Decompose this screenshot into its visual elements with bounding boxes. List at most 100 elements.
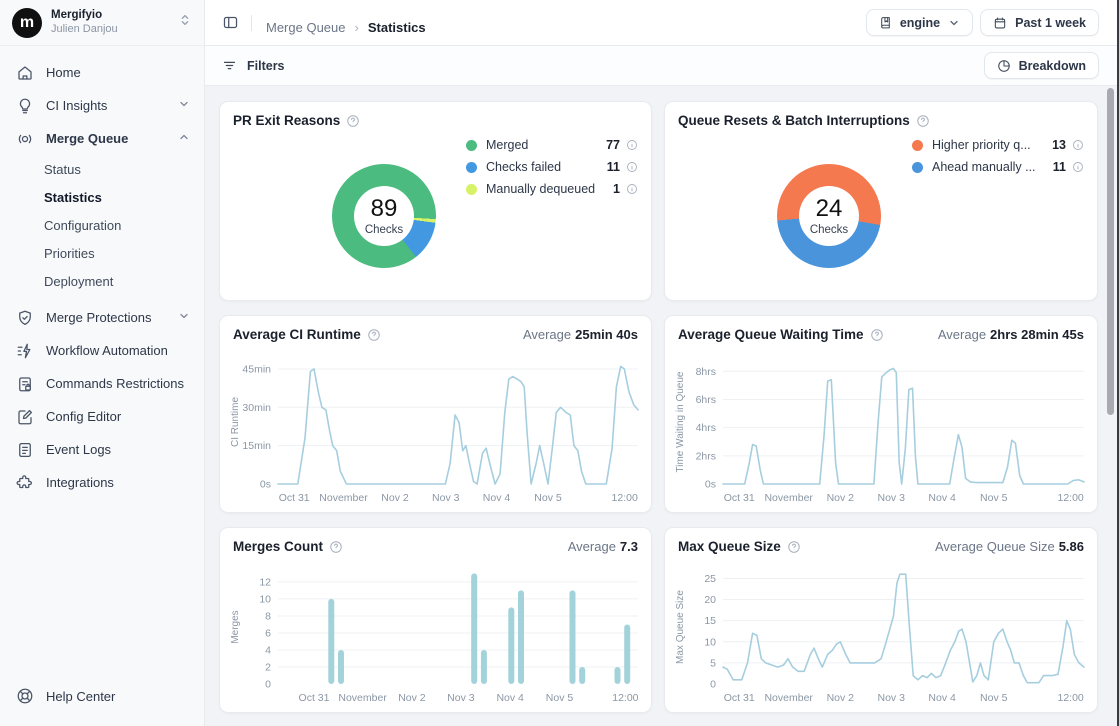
- sidebar-item-workflow-automation[interactable]: Workflow Automation: [0, 334, 204, 367]
- breadcrumb-statistics: Statistics: [368, 20, 426, 35]
- sidebar: m Mergifyio Julien Danjou Home CI Insigh…: [0, 0, 205, 726]
- card-max-queue-size: Max Queue Size Average Queue Size5.86 05…: [664, 527, 1098, 713]
- sidebar-item-commands-restrictions[interactable]: Commands Restrictions: [0, 367, 204, 400]
- svg-text:Nov 2: Nov 2: [398, 692, 426, 704]
- legend-item-checks-failed: Checks failed 11: [466, 160, 638, 174]
- sidebar-item-integrations[interactable]: Integrations: [0, 466, 204, 499]
- card-title: Merges Count: [233, 539, 323, 554]
- lifebuoy-icon: [16, 687, 34, 705]
- legend-dot: [912, 140, 923, 151]
- svg-text:November: November: [764, 692, 813, 704]
- chevron-down-icon: [178, 310, 190, 325]
- filter-bar: Filters Breakdown: [205, 46, 1119, 86]
- sidebar-subitem-status[interactable]: Status: [0, 155, 204, 183]
- donut-caption: Checks: [365, 224, 403, 236]
- svg-text:12:00: 12:00: [612, 492, 638, 504]
- help-question-icon[interactable]: [870, 328, 884, 342]
- help-question-icon[interactable]: [916, 114, 930, 128]
- svg-text:CI Runtime: CI Runtime: [230, 397, 241, 447]
- donut-caption: Checks: [810, 224, 848, 236]
- svg-text:Nov 5: Nov 5: [534, 492, 562, 504]
- help-center-link[interactable]: Help Center: [0, 680, 131, 712]
- svg-text:November: November: [764, 492, 813, 504]
- legend-dot: [466, 162, 477, 173]
- average-stat: Average25min 40s: [523, 327, 638, 342]
- legend-item-higher-priority: Higher priority q... 13: [912, 138, 1084, 152]
- sidebar-item-config-editor[interactable]: Config Editor: [0, 400, 204, 433]
- card-pr-exit-reasons: PR Exit Reasons 89 Checks Merged 77 Chec…: [219, 101, 652, 301]
- legend: Higher priority q... 13 Ahead manually .…: [912, 138, 1084, 174]
- help-question-icon[interactable]: [346, 114, 360, 128]
- svg-text:Nov 3: Nov 3: [878, 692, 906, 704]
- event-log-icon: [16, 441, 34, 459]
- sidebar-item-ci-insights[interactable]: CI Insights: [0, 89, 204, 122]
- org-switch-chevrons-icon: [178, 13, 192, 32]
- sidebar-subitem-deployment[interactable]: Deployment: [0, 267, 204, 295]
- svg-text:Oct 31: Oct 31: [299, 692, 330, 704]
- calendar-icon: [993, 16, 1007, 30]
- donut-total: 24: [816, 197, 843, 221]
- workflow-bolt-icon: [16, 342, 34, 360]
- info-icon[interactable]: [626, 139, 638, 151]
- svg-text:Nov 2: Nov 2: [827, 492, 855, 504]
- card-merges-count: Merges Count Average7.3 024681012Oct 31N…: [219, 527, 652, 713]
- svg-text:Nov 4: Nov 4: [928, 692, 956, 704]
- legend-item-ahead-manually: Ahead manually ... 11: [912, 160, 1084, 174]
- time-range-button[interactable]: Past 1 week: [980, 9, 1099, 36]
- line-chart-queue-waiting: 0s2hrs4hrs6hrs8hrsOct 31NovemberNov 2Nov…: [671, 350, 1092, 508]
- org-user: Julien Danjou: [51, 23, 169, 37]
- sidebar-subitem-priorities[interactable]: Priorities: [0, 239, 204, 267]
- svg-text:20: 20: [704, 594, 716, 606]
- svg-text:10: 10: [259, 593, 271, 605]
- breadcrumb: Merge Queue › Statistics: [266, 10, 426, 35]
- svg-text:Nov 2: Nov 2: [827, 692, 855, 704]
- info-icon[interactable]: [1072, 161, 1084, 173]
- vertical-scrollbar-thumb[interactable]: [1107, 88, 1114, 415]
- clipboard-lock-icon: [16, 375, 34, 393]
- card-queue-waiting-time: Average Queue Waiting Time Average2hrs 2…: [664, 315, 1098, 513]
- chevron-up-icon: [178, 131, 190, 146]
- svg-text:12:00: 12:00: [1058, 692, 1084, 704]
- svg-text:15: 15: [704, 615, 716, 627]
- svg-text:Nov 5: Nov 5: [980, 692, 1008, 704]
- sidebar-subitem-statistics[interactable]: Statistics: [0, 183, 204, 211]
- svg-text:8: 8: [265, 610, 271, 622]
- svg-text:Time Waiting in Queue: Time Waiting in Queue: [675, 371, 686, 472]
- svg-text:Nov 3: Nov 3: [878, 492, 906, 504]
- help-question-icon[interactable]: [787, 540, 801, 554]
- svg-text:5: 5: [710, 657, 716, 669]
- filters-button[interactable]: Filters: [222, 58, 285, 73]
- card-title: Queue Resets & Batch Interruptions: [678, 113, 910, 128]
- help-question-icon[interactable]: [329, 540, 343, 554]
- svg-text:10: 10: [704, 636, 716, 648]
- sidebar-item-merge-protections[interactable]: Merge Protections: [0, 301, 204, 334]
- card-queue-resets: Queue Resets & Batch Interruptions 24 Ch…: [664, 101, 1098, 301]
- breakdown-button[interactable]: Breakdown: [984, 52, 1099, 79]
- sidebar-toggle-icon[interactable]: [222, 14, 239, 31]
- sidebar-nav: Home CI Insights Merge Queue Status Stat…: [0, 46, 204, 499]
- pencil-square-icon: [16, 408, 34, 426]
- repo-icon: [879, 16, 892, 29]
- svg-text:25: 25: [704, 573, 716, 585]
- svg-text:Nov 3: Nov 3: [432, 492, 460, 504]
- org-switcher[interactable]: m Mergifyio Julien Danjou: [0, 0, 204, 46]
- breadcrumb-separator: ›: [355, 20, 359, 35]
- sidebar-subitem-configuration[interactable]: Configuration: [0, 211, 204, 239]
- shield-check-icon: [16, 309, 34, 327]
- info-icon[interactable]: [626, 161, 638, 173]
- svg-text:Max Queue Size: Max Queue Size: [675, 590, 686, 664]
- svg-text:Oct 31: Oct 31: [279, 492, 310, 504]
- legend-item-merged: Merged 77: [466, 138, 638, 152]
- card-title: Average CI Runtime: [233, 327, 361, 342]
- sidebar-item-merge-queue[interactable]: Merge Queue: [0, 122, 204, 155]
- help-question-icon[interactable]: [367, 328, 381, 342]
- info-icon[interactable]: [626, 183, 638, 195]
- svg-text:0: 0: [265, 679, 271, 691]
- sidebar-item-event-logs[interactable]: Event Logs: [0, 433, 204, 466]
- breadcrumb-merge-queue[interactable]: Merge Queue: [266, 20, 346, 35]
- svg-text:8hrs: 8hrs: [696, 366, 716, 378]
- card-ci-runtime: Average CI Runtime Average25min 40s 0s15…: [219, 315, 652, 513]
- sidebar-item-home[interactable]: Home: [0, 56, 204, 89]
- repository-selector[interactable]: engine: [866, 9, 973, 36]
- info-icon[interactable]: [1072, 139, 1084, 151]
